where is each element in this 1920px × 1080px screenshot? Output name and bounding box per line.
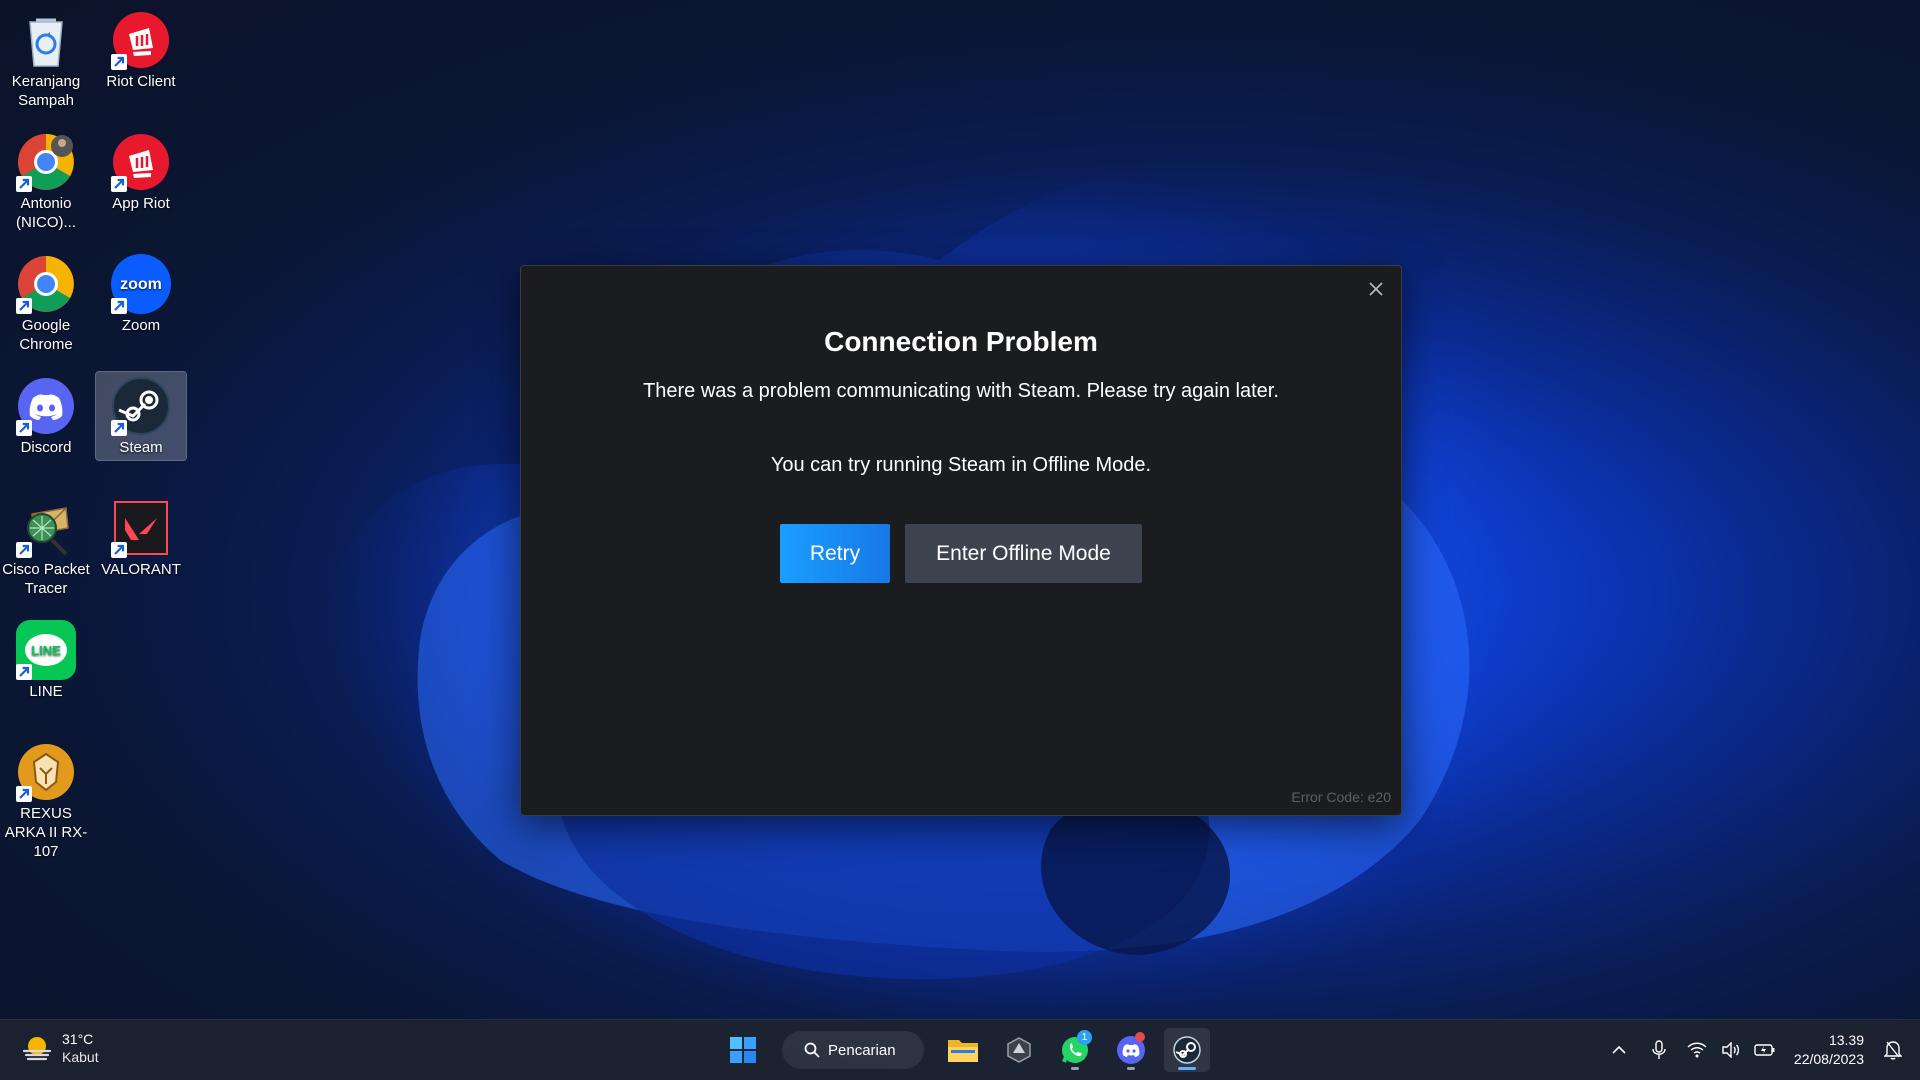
taskbar-steam[interactable] — [1164, 1028, 1210, 1072]
desktop-icon-label: Cisco Packet Tracer — [2, 561, 90, 597]
taskbar: 31°C Kabut Pencarian 1 13.39 22/08/2023 — [0, 1019, 1920, 1080]
chevron-up-icon — [1612, 1045, 1626, 1054]
clock-time: 13.39 — [1828, 1032, 1864, 1048]
desktop-icon-rexus[interactable]: REXUS ARKA II RX-107 — [1, 738, 91, 860]
shortcut-arrow-icon — [16, 420, 32, 436]
connection-problem-dialog: Connection Problem There was a problem c… — [520, 265, 1402, 816]
desktop-icon-valorant[interactable]: VALORANT — [96, 494, 186, 582]
wifi-tray-button[interactable] — [1680, 1030, 1714, 1070]
shortcut-arrow-icon — [111, 54, 127, 70]
shortcut-arrow-icon — [111, 542, 127, 558]
shortcut-arrow-icon — [16, 786, 32, 802]
desktop-icon-discord[interactable]: Discord — [1, 372, 91, 460]
volume-tray-button[interactable] — [1714, 1030, 1748, 1070]
microphone-icon — [1652, 1040, 1666, 1059]
show-hidden-icons-button[interactable] — [1602, 1030, 1636, 1070]
desktop-icon-line[interactable]: LINE LINE — [1, 616, 91, 704]
desktop-icon-steam[interactable]: Steam — [95, 371, 187, 461]
shortcut-arrow-icon — [16, 542, 32, 558]
steam-icon — [1173, 1036, 1201, 1064]
dialog-button-row: Retry Enter Offline Mode — [521, 524, 1401, 583]
taskbar-app-hexagon[interactable] — [996, 1028, 1042, 1072]
weather-description: Kabut — [62, 1049, 99, 1065]
dialog-hint: You can try running Steam in Offline Mod… — [770, 454, 1152, 476]
battery-charging-icon — [1754, 1044, 1775, 1056]
notifications-button[interactable] — [1876, 1030, 1910, 1070]
desktop-icon-cisco-packet-tracer[interactable]: Cisco Packet Tracer — [1, 494, 91, 598]
running-indicator — [1071, 1067, 1079, 1070]
desktop-icon-label: LINE — [29, 683, 63, 700]
taskbar-search[interactable]: Pencarian — [782, 1031, 924, 1069]
hazy-sun-icon — [22, 1037, 52, 1061]
shortcut-arrow-icon — [16, 664, 32, 680]
windows-logo-icon — [730, 1037, 756, 1063]
dialog-message: There was a problem communicating with S… — [643, 380, 1279, 402]
desktop-icon-label: Google Chrome — [19, 317, 73, 353]
desktop-icon-riot-client[interactable]: Riot Client — [96, 6, 186, 94]
shortcut-arrow-icon — [111, 298, 127, 314]
clock-date: 22/08/2023 — [1793, 1051, 1864, 1067]
desktop-icon-label: REXUS ARKA II RX-107 — [4, 805, 88, 860]
running-indicator — [1127, 1067, 1135, 1070]
shortcut-arrow-icon — [16, 176, 32, 192]
desktop-icon-label: Zoom — [121, 317, 161, 334]
whatsapp-badge: 1 — [1077, 1030, 1092, 1045]
retry-button[interactable]: Retry — [780, 524, 890, 583]
close-icon — [1369, 282, 1383, 296]
search-label: Pencarian — [828, 1041, 896, 1059]
desktop-icon-app-riot[interactable]: App Riot — [96, 128, 186, 216]
close-button[interactable] — [1363, 276, 1389, 302]
recycle-bin-icon — [29, 18, 63, 67]
taskbar-discord[interactable] — [1108, 1028, 1154, 1072]
desktop-icon-label: Keranjang Sampah — [11, 73, 81, 109]
speaker-icon — [1722, 1042, 1739, 1058]
shortcut-arrow-icon — [111, 420, 127, 436]
notification-bell-icon — [1884, 1041, 1902, 1060]
line-logo-text: LINE — [31, 642, 61, 658]
wifi-icon — [1687, 1042, 1707, 1058]
taskbar-apps: Pencarian 1 — [720, 1028, 1210, 1072]
error-code: Error Code: e20 — [1291, 789, 1391, 805]
active-indicator — [1178, 1067, 1196, 1070]
desktop-icon-recycle-bin[interactable]: Keranjang Sampah — [1, 6, 91, 110]
weather-temperature: 31°C — [62, 1031, 94, 1047]
desktop-icon-google-chrome[interactable]: Google Chrome — [1, 250, 91, 354]
shortcut-arrow-icon — [16, 298, 32, 314]
search-icon — [804, 1042, 820, 1058]
enter-offline-mode-button[interactable]: Enter Offline Mode — [905, 524, 1142, 583]
discord-notification-dot — [1135, 1032, 1145, 1042]
microphone-tray-button[interactable] — [1642, 1030, 1676, 1070]
hexagon-app-icon — [1007, 1037, 1031, 1063]
desktop-icon-label: Antonio (NICO)... — [16, 195, 76, 231]
desktop-icon-zoom[interactable]: zoom Zoom — [96, 250, 186, 338]
dialog-title: Connection Problem — [824, 326, 1098, 357]
system-tray: 13.39 22/08/2023 — [1602, 1020, 1920, 1080]
folder-icon — [948, 1040, 978, 1062]
start-button[interactable] — [720, 1028, 766, 1072]
battery-tray-button[interactable] — [1748, 1030, 1782, 1070]
taskbar-clock[interactable]: 13.39 22/08/2023 — [1794, 1031, 1864, 1069]
taskbar-file-explorer[interactable] — [940, 1028, 986, 1072]
taskbar-whatsapp[interactable]: 1 — [1052, 1028, 1098, 1072]
shortcut-arrow-icon — [111, 176, 127, 192]
weather-widget[interactable]: 31°C Kabut — [20, 1030, 99, 1066]
desktop-icon-antonio-chrome[interactable]: Antonio (NICO)... — [1, 128, 91, 232]
